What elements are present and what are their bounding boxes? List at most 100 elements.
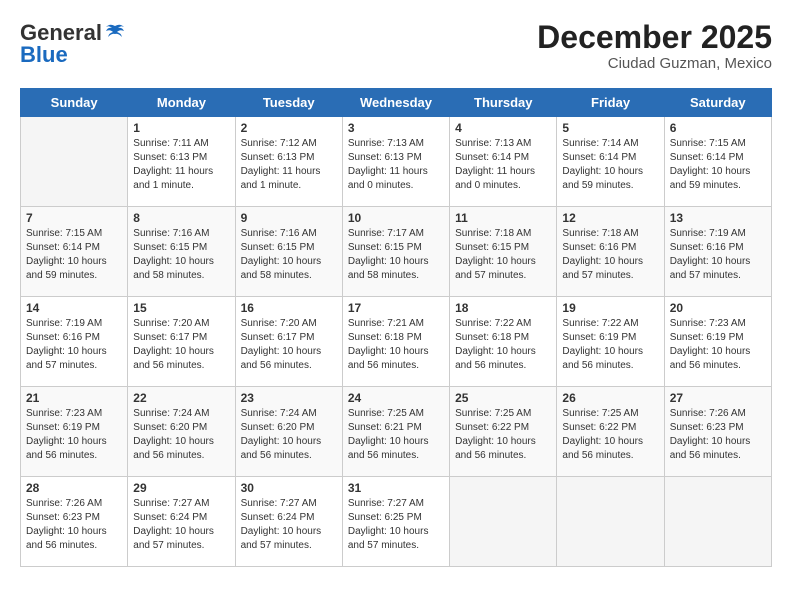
month-title: December 2025 xyxy=(537,20,772,55)
day-number: 26 xyxy=(562,391,658,405)
day-number: 19 xyxy=(562,301,658,315)
header-friday: Friday xyxy=(557,89,664,117)
day-info: Sunrise: 7:23 AMSunset: 6:19 PMDaylight:… xyxy=(26,407,122,463)
day-info: Sunrise: 7:15 AMSunset: 6:14 PMDaylight:… xyxy=(670,137,766,193)
day-number: 9 xyxy=(241,211,337,225)
calendar-cell: 31Sunrise: 7:27 AMSunset: 6:25 PMDayligh… xyxy=(342,477,449,567)
day-info: Sunrise: 7:13 AMSunset: 6:13 PMDaylight:… xyxy=(348,137,444,193)
day-info: Sunrise: 7:26 AMSunset: 6:23 PMDaylight:… xyxy=(670,407,766,463)
day-info: Sunrise: 7:24 AMSunset: 6:20 PMDaylight:… xyxy=(241,407,337,463)
day-number: 17 xyxy=(348,301,444,315)
calendar-cell: 3 Sunrise: 7:13 AMSunset: 6:13 PMDaylight… xyxy=(342,117,449,207)
day-info: Sunrise: 7:26 AMSunset: 6:23 PMDaylight:… xyxy=(26,497,122,553)
day-number: 27 xyxy=(670,391,766,405)
calendar-week-row: 21 Sunrise: 7:23 AMSunset: 6:19 PMDayligh… xyxy=(21,387,772,477)
day-number: 11 xyxy=(455,211,551,225)
calendar-cell: 30Sunrise: 7:27 AMSunset: 6:24 PMDayligh… xyxy=(235,477,342,567)
day-number: 23 xyxy=(241,391,337,405)
day-info: Sunrise: 7:25 AMSunset: 6:22 PMDaylight:… xyxy=(455,407,551,463)
day-info: Sunrise: 7:25 AMSunset: 6:21 PMDaylight:… xyxy=(348,407,444,463)
calendar-cell: 21 Sunrise: 7:23 AMSunset: 6:19 PMDayligh… xyxy=(21,387,128,477)
day-number: 13 xyxy=(670,211,766,225)
day-info: Sunrise: 7:12 AMSunset: 6:13 PMDaylight:… xyxy=(241,137,337,193)
day-info: Sunrise: 7:22 AMSunset: 6:19 PMDaylight:… xyxy=(562,317,658,373)
calendar-cell: 2Sunrise: 7:12 AMSunset: 6:13 PMDaylight… xyxy=(235,117,342,207)
calendar-cell: 20 Sunrise: 7:23 AMSunset: 6:19 PMDayligh… xyxy=(664,297,771,387)
day-info: Sunrise: 7:16 AMSunset: 6:15 PMDaylight:… xyxy=(241,227,337,283)
day-number: 1 xyxy=(133,121,229,135)
calendar-cell: 10 Sunrise: 7:17 AMSunset: 6:15 PMDayligh… xyxy=(342,207,449,297)
calendar-cell: 23 Sunrise: 7:24 AMSunset: 6:20 PMDayligh… xyxy=(235,387,342,477)
header-saturday: Saturday xyxy=(664,89,771,117)
day-number: 5 xyxy=(562,121,658,135)
header-wednesday: Wednesday xyxy=(342,89,449,117)
day-info: Sunrise: 7:13 AMSunset: 6:14 PMDaylight:… xyxy=(455,137,551,193)
calendar-cell: 18 Sunrise: 7:22 AMSunset: 6:18 PMDayligh… xyxy=(450,297,557,387)
calendar-cell: 22Sunrise: 7:24 AMSunset: 6:20 PMDayligh… xyxy=(128,387,235,477)
day-info: Sunrise: 7:15 AMSunset: 6:14 PMDaylight:… xyxy=(26,227,122,283)
calendar-cell: 27 Sunrise: 7:26 AMSunset: 6:23 PMDayligh… xyxy=(664,387,771,477)
calendar-cell xyxy=(664,477,771,567)
day-number: 31 xyxy=(348,481,444,495)
calendar-cell xyxy=(450,477,557,567)
day-number: 6 xyxy=(670,121,766,135)
day-number: 12 xyxy=(562,211,658,225)
calendar-week-row: 7Sunrise: 7:15 AMSunset: 6:14 PMDaylight… xyxy=(21,207,772,297)
calendar-cell xyxy=(557,477,664,567)
day-number: 4 xyxy=(455,121,551,135)
calendar-cell: 24 Sunrise: 7:25 AMSunset: 6:21 PMDayligh… xyxy=(342,387,449,477)
day-info: Sunrise: 7:18 AMSunset: 6:16 PMDaylight:… xyxy=(562,227,658,283)
location: Ciudad Guzman, Mexico xyxy=(537,55,772,72)
day-info: Sunrise: 7:19 AMSunset: 6:16 PMDaylight:… xyxy=(670,227,766,283)
day-number: 21 xyxy=(26,391,122,405)
header-sunday: Sunday xyxy=(21,89,128,117)
calendar-cell: 25 Sunrise: 7:25 AMSunset: 6:22 PMDayligh… xyxy=(450,387,557,477)
header-tuesday: Tuesday xyxy=(235,89,342,117)
day-info: Sunrise: 7:25 AMSunset: 6:22 PMDaylight:… xyxy=(562,407,658,463)
logo: General Blue xyxy=(20,20,126,68)
day-number: 3 xyxy=(348,121,444,135)
calendar-cell: 19 Sunrise: 7:22 AMSunset: 6:19 PMDayligh… xyxy=(557,297,664,387)
calendar-cell: 8 Sunrise: 7:16 AMSunset: 6:15 PMDaylight… xyxy=(128,207,235,297)
calendar-week-row: 28 Sunrise: 7:26 AMSunset: 6:23 PMDayligh… xyxy=(21,477,772,567)
day-info: Sunrise: 7:20 AMSunset: 6:17 PMDaylight:… xyxy=(133,317,229,373)
day-number: 25 xyxy=(455,391,551,405)
calendar-cell: 15 Sunrise: 7:20 AMSunset: 6:17 PMDayligh… xyxy=(128,297,235,387)
day-number: 18 xyxy=(455,301,551,315)
day-info: Sunrise: 7:27 AMSunset: 6:24 PMDaylight:… xyxy=(241,497,337,553)
calendar-cell: 17 Sunrise: 7:21 AMSunset: 6:18 PMDayligh… xyxy=(342,297,449,387)
day-number: 16 xyxy=(241,301,337,315)
header-monday: Monday xyxy=(128,89,235,117)
day-number: 15 xyxy=(133,301,229,315)
day-number: 28 xyxy=(26,481,122,495)
page-header: General Blue December 2025 Ciudad Guzman… xyxy=(20,20,772,72)
logo-bird-icon xyxy=(104,22,126,44)
calendar-cell: 4 Sunrise: 7:13 AMSunset: 6:14 PMDaylight… xyxy=(450,117,557,207)
day-info: Sunrise: 7:21 AMSunset: 6:18 PMDaylight:… xyxy=(348,317,444,373)
calendar-cell: 14Sunrise: 7:19 AMSunset: 6:16 PMDayligh… xyxy=(21,297,128,387)
day-info: Sunrise: 7:11 AMSunset: 6:13 PMDaylight:… xyxy=(133,137,229,193)
day-info: Sunrise: 7:23 AMSunset: 6:19 PMDaylight:… xyxy=(670,317,766,373)
day-number: 8 xyxy=(133,211,229,225)
calendar-table: SundayMondayTuesdayWednesdayThursdayFrid… xyxy=(20,88,772,567)
logo-blue: Blue xyxy=(20,42,68,68)
day-number: 20 xyxy=(670,301,766,315)
calendar-cell: 1 Sunrise: 7:11 AMSunset: 6:13 PMDaylight… xyxy=(128,117,235,207)
day-info: Sunrise: 7:22 AMSunset: 6:18 PMDaylight:… xyxy=(455,317,551,373)
day-info: Sunrise: 7:16 AMSunset: 6:15 PMDaylight:… xyxy=(133,227,229,283)
calendar-cell: 6 Sunrise: 7:15 AMSunset: 6:14 PMDaylight… xyxy=(664,117,771,207)
day-info: Sunrise: 7:20 AMSunset: 6:17 PMDaylight:… xyxy=(241,317,337,373)
day-info: Sunrise: 7:17 AMSunset: 6:15 PMDaylight:… xyxy=(348,227,444,283)
day-number: 24 xyxy=(348,391,444,405)
day-info: Sunrise: 7:19 AMSunset: 6:16 PMDaylight:… xyxy=(26,317,122,373)
calendar-cell: 26 Sunrise: 7:25 AMSunset: 6:22 PMDayligh… xyxy=(557,387,664,477)
title-block: December 2025 Ciudad Guzman, Mexico xyxy=(537,20,772,72)
calendar-cell: 12 Sunrise: 7:18 AMSunset: 6:16 PMDayligh… xyxy=(557,207,664,297)
calendar-cell: 9 Sunrise: 7:16 AMSunset: 6:15 PMDaylight… xyxy=(235,207,342,297)
calendar-cell: 7Sunrise: 7:15 AMSunset: 6:14 PMDaylight… xyxy=(21,207,128,297)
calendar-header-row: SundayMondayTuesdayWednesdayThursdayFrid… xyxy=(21,89,772,117)
day-number: 10 xyxy=(348,211,444,225)
calendar-cell: 5Sunrise: 7:14 AMSunset: 6:14 PMDaylight… xyxy=(557,117,664,207)
day-number: 22 xyxy=(133,391,229,405)
calendar-cell: 13 Sunrise: 7:19 AMSunset: 6:16 PMDayligh… xyxy=(664,207,771,297)
